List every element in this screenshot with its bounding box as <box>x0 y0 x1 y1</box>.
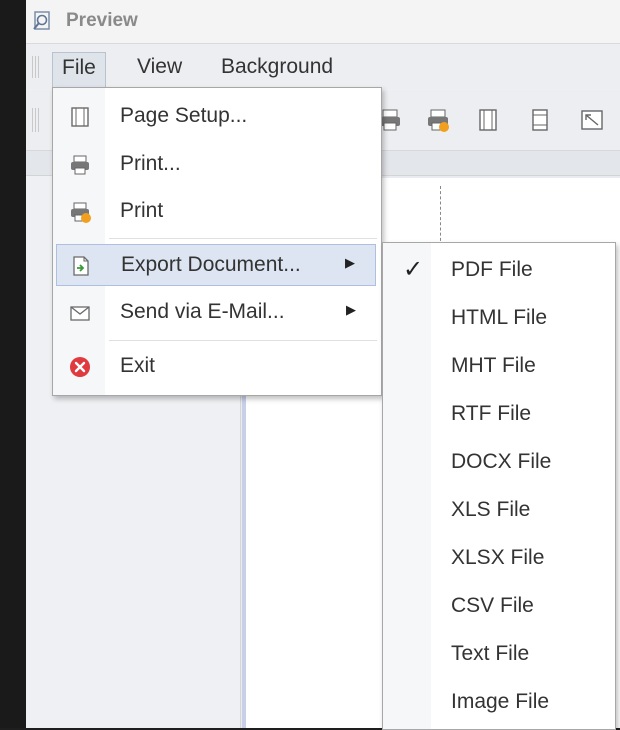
export-image-item[interactable]: Image File <box>385 679 611 725</box>
export-item-label: HTML File <box>451 306 548 329</box>
preview-app-icon <box>33 11 50 30</box>
menu-item-label: Print... <box>120 152 181 175</box>
toolbar-grip[interactable] <box>32 108 40 132</box>
menu-item-quick-print[interactable]: Print <box>56 191 376 233</box>
export-document-icon <box>73 256 89 276</box>
page-setup-toolbar-icon[interactable] <box>474 106 502 134</box>
menu-item-exit[interactable]: Exit <box>56 346 376 388</box>
export-item-label: PDF File <box>451 258 533 281</box>
margins-toolbar-icon[interactable] <box>526 106 554 134</box>
export-item-label: XLSX File <box>451 546 545 569</box>
menu-item-print-dialog[interactable]: Print... <box>56 144 376 186</box>
printer-icon <box>71 155 89 175</box>
export-item-label: MHT File <box>451 354 536 377</box>
menu-item-label: Page Setup... <box>120 104 248 127</box>
export-rtf-item[interactable]: RTF File <box>385 391 611 437</box>
menu-file[interactable]: File <box>52 52 106 90</box>
window-title: Preview <box>66 10 138 31</box>
menu-item-export-document[interactable]: Export Document... ▶ <box>56 244 376 286</box>
export-text-item[interactable]: Text File <box>385 631 611 677</box>
export-html-item[interactable]: HTML File <box>385 295 611 341</box>
menu-view[interactable]: View <box>128 52 191 82</box>
desktop-edge <box>0 0 26 728</box>
menubar-grip[interactable] <box>32 56 40 78</box>
menu-item-page-setup[interactable]: Page Setup... <box>56 96 376 138</box>
menu-bar: File View Background <box>26 44 620 90</box>
exit-icon <box>70 357 90 377</box>
menu-background[interactable]: Background <box>212 52 342 82</box>
export-pdf-item[interactable]: ✓ PDF File <box>385 247 611 293</box>
export-csv-item[interactable]: CSV File <box>385 583 611 629</box>
menu-item-send-email[interactable]: Send via E-Mail... ▶ <box>56 292 376 334</box>
export-mht-item[interactable]: MHT File <box>385 343 611 389</box>
export-xlsx-item[interactable]: XLSX File <box>385 535 611 581</box>
checkmark-icon: ✓ <box>403 256 424 283</box>
export-item-label: RTF File <box>451 402 532 425</box>
quick-print-toolbar-icon[interactable] <box>424 106 452 134</box>
menu-item-label: Export Document... <box>121 253 301 276</box>
menu-separator <box>109 238 377 239</box>
envelope-icon <box>70 306 90 321</box>
export-item-label: DOCX File <box>451 450 552 473</box>
margin-guide <box>440 186 441 246</box>
export-item-label: XLS File <box>451 498 531 521</box>
submenu-arrow-icon: ▶ <box>345 255 355 270</box>
page-setup-icon <box>71 107 89 127</box>
export-docx-item[interactable]: DOCX File <box>385 439 611 485</box>
scale-toolbar-icon[interactable] <box>578 106 606 134</box>
export-item-label: CSV File <box>451 594 534 617</box>
menu-item-label: Print <box>120 199 164 222</box>
quick-print-icon <box>71 202 91 223</box>
export-item-label: Text File <box>451 642 530 665</box>
file-menu: Page Setup... Print... Print Export Docu… <box>52 87 382 396</box>
export-submenu: ✓ PDF File HTML File MHT File RTF File D… <box>382 242 616 730</box>
menu-separator <box>109 340 377 341</box>
title-bar: Preview <box>26 0 620 44</box>
submenu-arrow-icon: ▶ <box>346 302 356 317</box>
export-item-label: Image File <box>451 690 550 713</box>
menu-item-label: Exit <box>120 354 156 377</box>
export-xls-item[interactable]: XLS File <box>385 487 611 533</box>
menu-item-label: Send via E-Mail... <box>120 300 285 323</box>
